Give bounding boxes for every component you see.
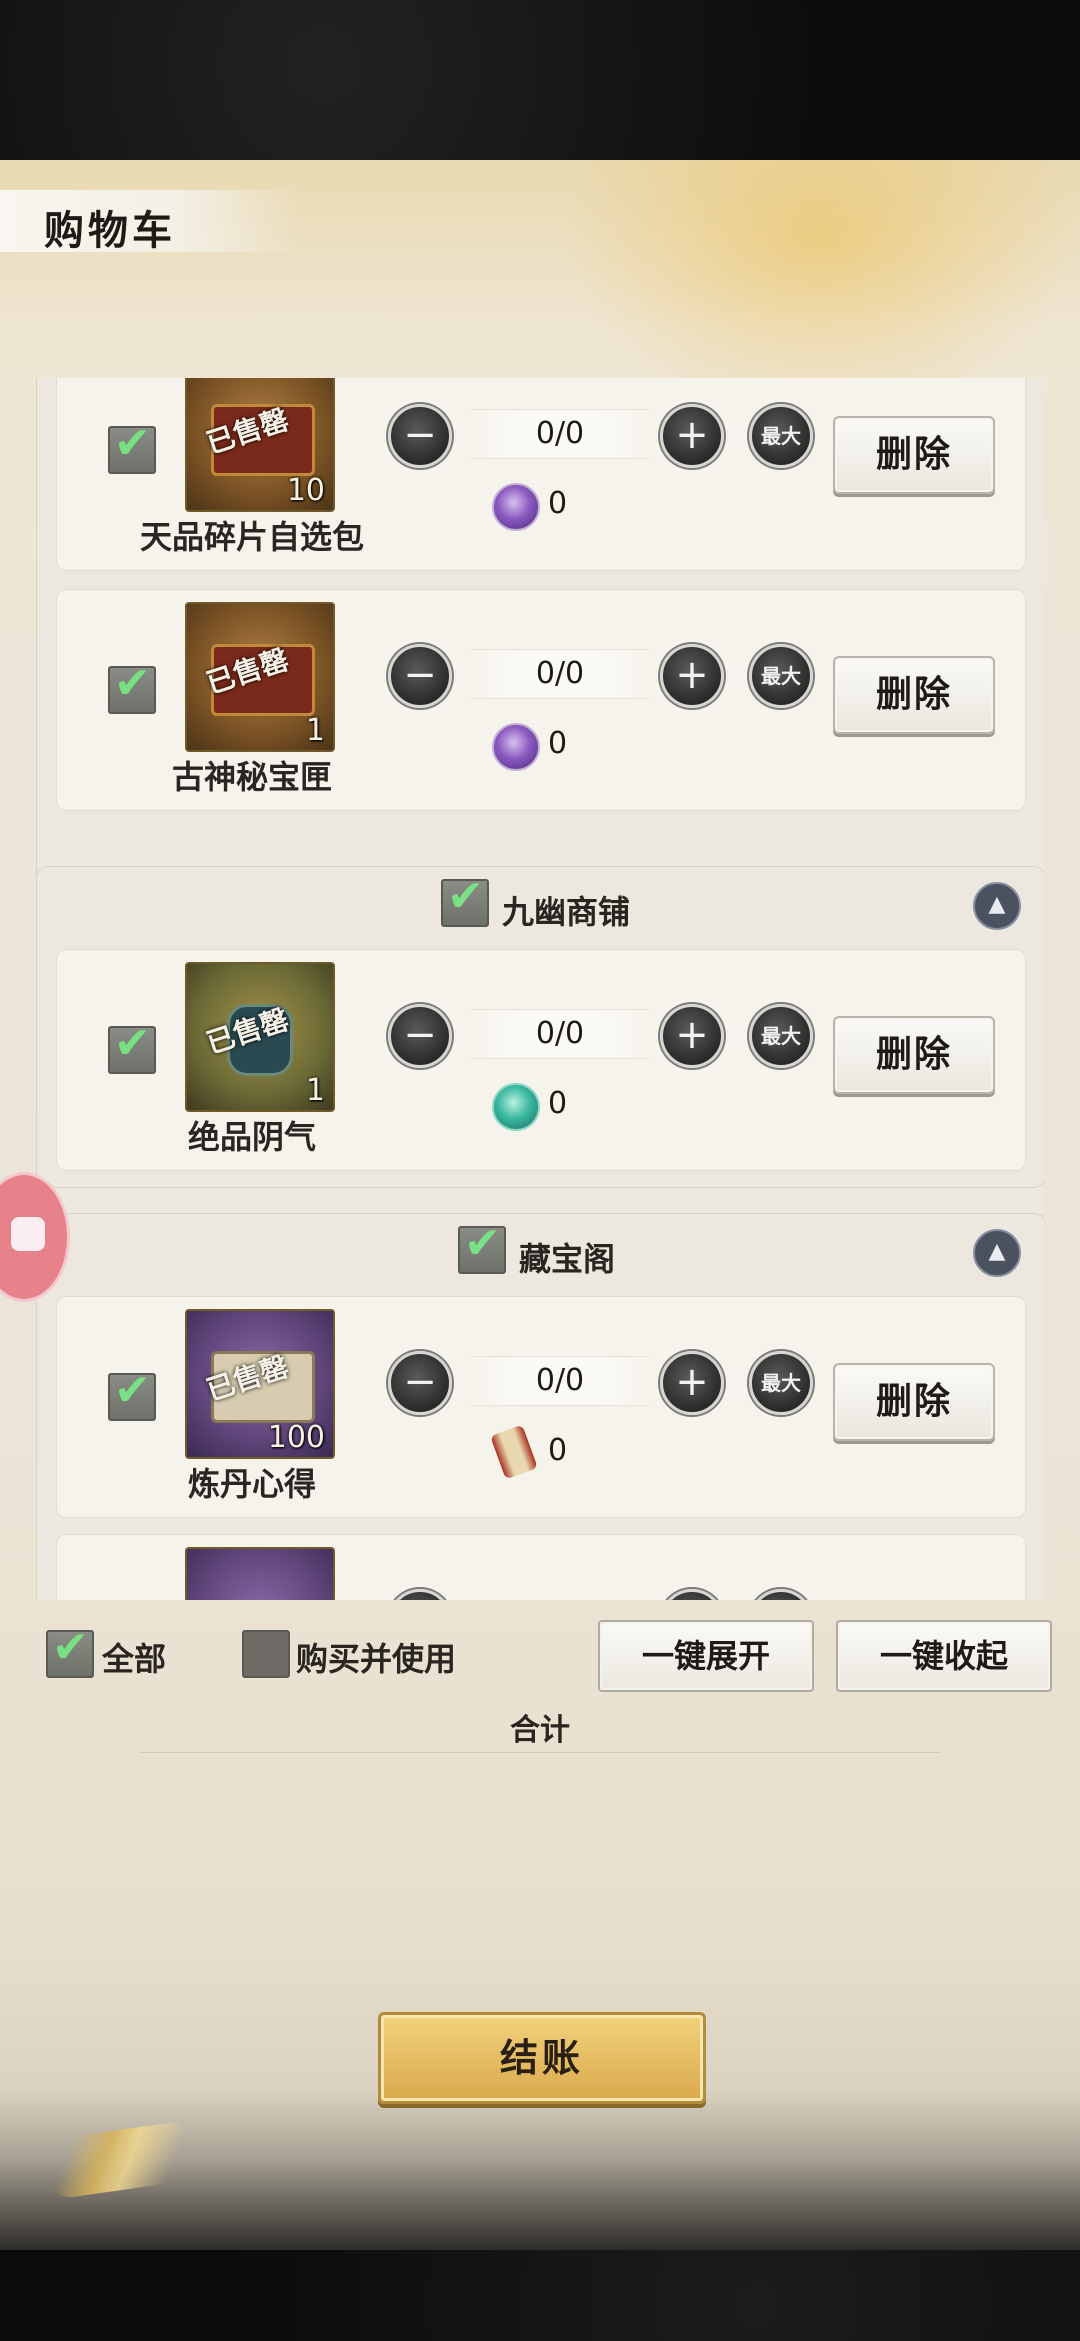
item-name: 绝品阴气: [187, 1118, 316, 1156]
check-icon: ✔: [464, 1218, 501, 1269]
group-name: 九幽商铺: [502, 893, 631, 931]
delete-button[interactable]: 删除: [833, 656, 995, 734]
delete-button[interactable]: 删除: [833, 1363, 995, 1441]
max-button[interactable]: 最大: [749, 404, 813, 468]
increase-button[interactable]: [660, 1589, 724, 1600]
cart-item: ✔ 已售罄 1 − 0/0 + 最大 删除 0 绝品阴气: [56, 949, 1026, 1171]
bottom-decor-band: [0, 2250, 1080, 2341]
quantity-field[interactable]: 0/0: [470, 1009, 650, 1059]
item-price: 0: [548, 726, 568, 761]
quantity-field[interactable]: 0/0: [470, 1356, 650, 1406]
delete-button[interactable]: 删除: [833, 416, 995, 494]
max-button[interactable]: 最大: [749, 1351, 813, 1415]
item-thumbnail[interactable]: 已售罄 1: [185, 962, 335, 1112]
collapse-all-button[interactable]: 一键收起: [836, 1620, 1052, 1692]
cart-list[interactable]: ✔ 已售罄 10 − 0/0 + 最大 删除 0 天品碎片自选包 ✔ 已售罄 1…: [36, 378, 1044, 1600]
cart-item: ✔ 已售罄 100 − 0/0 + 最大 删除 0 炼丹心得: [56, 1296, 1026, 1518]
item-thumbnail[interactable]: 已售罄 10: [185, 378, 335, 512]
max-button[interactable]: 最大: [749, 644, 813, 708]
group-header[interactable]: ✔ 九幽商铺 ▲: [37, 867, 1044, 939]
item-price: 0: [548, 1086, 568, 1121]
item-thumbnail[interactable]: 已售罄 1: [185, 602, 335, 752]
cart-item-partial: [56, 1534, 1026, 1600]
max-button[interactable]: 最大: [749, 1004, 813, 1068]
select-all-checkbox[interactable]: ✔: [46, 1622, 94, 1678]
item-quantity-badge: 100: [267, 1420, 325, 1455]
check-icon: ✔: [114, 1018, 151, 1069]
check-icon: ✔: [114, 418, 151, 469]
shop-group: ✔ 藏宝阁 ▲ ✔ 已售罄 100 − 0/0 + 最大 删除 0 炼丹心得: [36, 1213, 1044, 1600]
quantity-field[interactable]: 0/0: [470, 409, 650, 459]
increase-button[interactable]: +: [660, 644, 724, 708]
delete-button[interactable]: 删除: [833, 1016, 995, 1094]
item-checkbox[interactable]: ✔: [108, 418, 156, 474]
total-label: 合计: [510, 1713, 570, 1748]
group-checkbox[interactable]: ✔: [458, 1218, 506, 1274]
increase-button[interactable]: +: [660, 1004, 724, 1068]
item-thumbnail[interactable]: [185, 1547, 335, 1600]
item-checkbox[interactable]: ✔: [108, 1365, 156, 1421]
check-icon: ✔: [52, 1622, 89, 1673]
group-name: 藏宝阁: [519, 1240, 616, 1278]
jade-dragon-icon: [492, 1083, 540, 1131]
item-checkbox[interactable]: ✔: [108, 658, 156, 714]
item-name: 炼丹心得: [187, 1465, 316, 1503]
item-thumbnail[interactable]: 已售罄 100: [185, 1309, 335, 1459]
checkout-button[interactable]: 结账: [378, 2012, 706, 2104]
decrease-button[interactable]: −: [388, 404, 452, 468]
buy-and-use-checkbox[interactable]: [242, 1630, 290, 1678]
scroll-currency-icon: [490, 1424, 538, 1480]
divider: [140, 1752, 940, 1753]
item-quantity-badge: 1: [305, 1073, 325, 1108]
expand-all-button[interactable]: 一键展开: [598, 1620, 814, 1692]
decrease-button[interactable]: −: [388, 1351, 452, 1415]
item-quantity-badge: 1: [305, 713, 325, 748]
cart-item: ✔ 已售罄 10 − 0/0 + 最大 删除 0 天品碎片自选包: [56, 378, 1026, 571]
check-icon: ✔: [114, 1365, 151, 1416]
cart-item: ✔ 已售罄 1 − 0/0 + 最大 删除 0 古神秘宝匣: [56, 589, 1026, 811]
page-title: 购物车: [44, 207, 176, 254]
item-price: 0: [548, 1433, 568, 1468]
max-button[interactable]: [749, 1589, 813, 1600]
buy-and-use-label: 购买并使用: [296, 1640, 457, 1678]
collapse-toggle-icon[interactable]: ▲: [973, 1229, 1021, 1277]
group-header[interactable]: ✔ 藏宝阁 ▲: [37, 1214, 1044, 1286]
shop-group: ✔ 九幽商铺 ▲ ✔ 已售罄 1 − 0/0 + 最大 删除 0 绝品阴气: [36, 866, 1044, 1188]
assistant-icon: [11, 1217, 45, 1251]
select-all-label: 全部: [102, 1640, 167, 1678]
increase-button[interactable]: +: [660, 404, 724, 468]
purple-coin-icon: [492, 723, 540, 771]
decrease-button[interactable]: −: [388, 644, 452, 708]
quantity-field[interactable]: 0/0: [470, 649, 650, 699]
decrease-button[interactable]: −: [388, 1004, 452, 1068]
item-name: 古神秘宝匣: [171, 758, 332, 796]
group-checkbox[interactable]: ✔: [441, 871, 489, 927]
check-icon: ✔: [114, 658, 151, 709]
decrease-button[interactable]: [388, 1589, 452, 1600]
item-quantity-badge: 10: [286, 473, 325, 508]
item-price: 0: [548, 486, 568, 521]
item-name: 天品碎片自选包: [139, 518, 364, 556]
collapse-toggle-icon[interactable]: ▲: [973, 882, 1021, 930]
check-icon: ✔: [447, 871, 484, 922]
item-checkbox[interactable]: ✔: [108, 1018, 156, 1074]
top-decor-band: [0, 0, 1080, 160]
increase-button[interactable]: +: [660, 1351, 724, 1415]
purple-coin-icon: [492, 483, 540, 531]
